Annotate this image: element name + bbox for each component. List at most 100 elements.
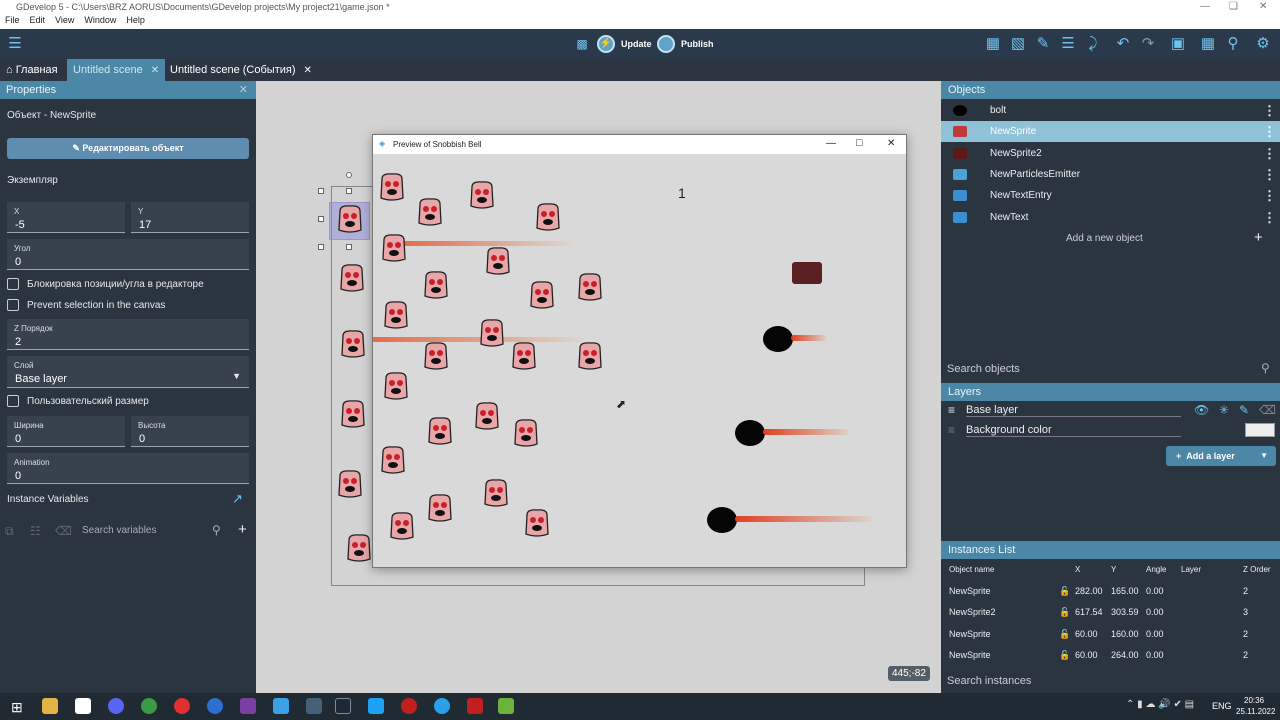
properties-panel-icon[interactable]: ▧: [1008, 34, 1028, 54]
close-tab-icon[interactable]: ✕: [151, 65, 159, 76]
resize-handle[interactable]: [318, 244, 324, 250]
more-options-icon[interactable]: ⋮: [1263, 164, 1276, 185]
eye-icon[interactable]: 👁: [1194, 403, 1209, 417]
undo-icon[interactable]: ↶: [1113, 34, 1133, 54]
language-indicator[interactable]: ENG: [1212, 701, 1232, 711]
instance-row[interactable]: NewSprite 60.00 264.00 0.00 2 🔓: [941, 645, 1280, 666]
object-item-newsprite[interactable]: NewSprite ⋮: [941, 121, 1280, 143]
paste-icon[interactable]: ☷: [30, 524, 41, 538]
menu-help[interactable]: Help: [126, 15, 145, 25]
menu-window[interactable]: Window: [84, 15, 116, 25]
rotate-handle[interactable]: [346, 172, 352, 178]
project-manager-icon[interactable]: ☰: [5, 34, 25, 54]
more-options-icon[interactable]: ⋮: [1263, 100, 1276, 121]
close-tab-icon[interactable]: ✕: [304, 65, 312, 76]
lock-position-checkbox[interactable]: [7, 278, 19, 290]
angle-field[interactable]: Угол 0: [7, 239, 249, 270]
search-variables-input[interactable]: Search variables: [82, 525, 212, 536]
app-icon[interactable]: [368, 698, 384, 714]
lock-icon[interactable]: 🔓: [1059, 602, 1070, 623]
layer-name-base[interactable]: Base layer: [966, 404, 1181, 417]
add-object-button[interactable]: Add a new object: [1066, 233, 1143, 244]
object-item-newparticlesemitter[interactable]: NewParticlesEmitter ⋮: [941, 164, 1280, 185]
background-color-swatch[interactable]: [1245, 423, 1275, 437]
animation-field[interactable]: Animation 0: [7, 453, 249, 484]
maximize-icon[interactable]: ❑: [1229, 1, 1238, 12]
resize-handle[interactable]: [346, 188, 352, 194]
xbox-icon[interactable]: [141, 698, 157, 714]
object-item-bolt[interactable]: bolt ⋮: [941, 100, 1280, 121]
search-instances-input[interactable]: Search instances: [947, 675, 1031, 687]
close-icon[interactable]: ✕: [1259, 1, 1267, 12]
windows-start-icon[interactable]: ⊞: [11, 699, 23, 716]
tab-untitled-scene[interactable]: Untitled scene ✕: [67, 59, 166, 81]
layer-select[interactable]: Слой Base layer ▼: [7, 356, 249, 388]
yandex-icon[interactable]: [174, 698, 190, 714]
lighting-icon[interactable]: ✳: [1219, 403, 1229, 417]
edge-icon[interactable]: [434, 698, 450, 714]
resize-handle[interactable]: [318, 188, 324, 194]
menu-view[interactable]: View: [55, 15, 74, 25]
custom-size-checkbox[interactable]: [7, 395, 19, 407]
publish-button[interactable]: Publish: [657, 35, 714, 53]
instance-row[interactable]: NewSprite 282.00 165.00 0.00 2 🔓: [941, 581, 1280, 602]
tab-untitled-scene-events[interactable]: Untitled scene (События) ✕: [164, 59, 318, 81]
search-objects-input[interactable]: Search objects: [947, 363, 1020, 375]
y-field[interactable]: Y 17: [131, 202, 249, 233]
instance-row[interactable]: NewSprite 60.00 160.00 0.00 2 🔓: [941, 624, 1280, 645]
resize-handle[interactable]: [346, 244, 352, 250]
delete-layer-icon[interactable]: ⌫: [1259, 403, 1276, 417]
lock-icon[interactable]: 🔓: [1059, 624, 1070, 645]
discord-icon[interactable]: [108, 698, 124, 714]
edit-layer-icon[interactable]: ✎: [1239, 403, 1249, 417]
more-options-icon[interactable]: ⋮: [1263, 143, 1276, 164]
instances-list-icon[interactable]: ☰: [1058, 34, 1078, 54]
notepad-icon[interactable]: [498, 698, 514, 714]
filezilla-icon[interactable]: [467, 698, 483, 714]
prevent-selection-checkbox[interactable]: [7, 299, 19, 311]
add-layer-button[interactable]: + Add a layer ▼: [1166, 446, 1276, 466]
tray-icons[interactable]: ⌃ ▮ ☁ 🔊 ✔ ▤: [1126, 699, 1194, 710]
drag-handle-icon[interactable]: ≡: [948, 403, 955, 417]
add-object-icon[interactable]: +: [1254, 229, 1263, 246]
more-options-icon[interactable]: ⋮: [1263, 121, 1276, 142]
app-icon[interactable]: [207, 698, 223, 714]
file-explorer-icon[interactable]: [42, 698, 58, 714]
copy-icon[interactable]: ⧉: [5, 524, 14, 539]
debug-icon[interactable]: ▩: [572, 34, 592, 54]
menu-file[interactable]: File: [5, 15, 20, 25]
gdevelop-taskbar-icon[interactable]: [273, 698, 289, 714]
object-item-newsprite2[interactable]: NewSprite2 ⋮: [941, 143, 1280, 164]
lock-icon[interactable]: 🔓: [1059, 581, 1070, 602]
object-item-newtext[interactable]: NewText ⋮: [941, 207, 1280, 228]
preview-icon[interactable]: ▣: [1168, 34, 1188, 54]
lock-icon[interactable]: 🔓: [1059, 645, 1070, 666]
close-panel-icon[interactable]: ✕: [239, 81, 248, 99]
grid-icon[interactable]: ▦: [1198, 34, 1218, 54]
more-options-icon[interactable]: ⋮: [1263, 185, 1276, 206]
object-groups-icon[interactable]: ▦: [983, 34, 1003, 54]
app-icon[interactable]: [240, 698, 256, 714]
minimize-icon[interactable]: —: [826, 138, 836, 149]
resize-handle[interactable]: [318, 216, 324, 222]
edit-object-button[interactable]: ✎ Редактировать объект: [7, 138, 249, 159]
app-icon[interactable]: [401, 698, 417, 714]
instance-row[interactable]: NewSprite2 617.54 303.59 0.00 3 🔓: [941, 602, 1280, 623]
edit-icon[interactable]: ✎: [1033, 34, 1053, 54]
tab-home[interactable]: ⌂ Главная: [0, 59, 64, 81]
zoom-icon[interactable]: ⚲: [1223, 34, 1243, 54]
height-field[interactable]: Высота 0: [131, 416, 249, 447]
menu-edit[interactable]: Edit: [30, 15, 46, 25]
open-external-icon[interactable]: ↗: [232, 491, 243, 507]
maximize-icon[interactable]: □: [856, 137, 863, 149]
steam-icon[interactable]: [335, 698, 351, 714]
layers-icon[interactable]: ⤸: [1083, 34, 1103, 54]
close-icon[interactable]: ✕: [887, 138, 895, 149]
width-field[interactable]: Ширина 0: [7, 416, 125, 447]
gdevelop-preview-icon[interactable]: [306, 698, 322, 714]
clock-date[interactable]: 25.11.2022: [1236, 707, 1275, 716]
object-item-newtextentry[interactable]: NewTextEntry ⋮: [941, 185, 1280, 206]
add-variable-icon[interactable]: +: [238, 521, 247, 538]
settings-icon[interactable]: ⚙: [1253, 34, 1273, 54]
clock-time[interactable]: 20:36: [1244, 696, 1264, 705]
